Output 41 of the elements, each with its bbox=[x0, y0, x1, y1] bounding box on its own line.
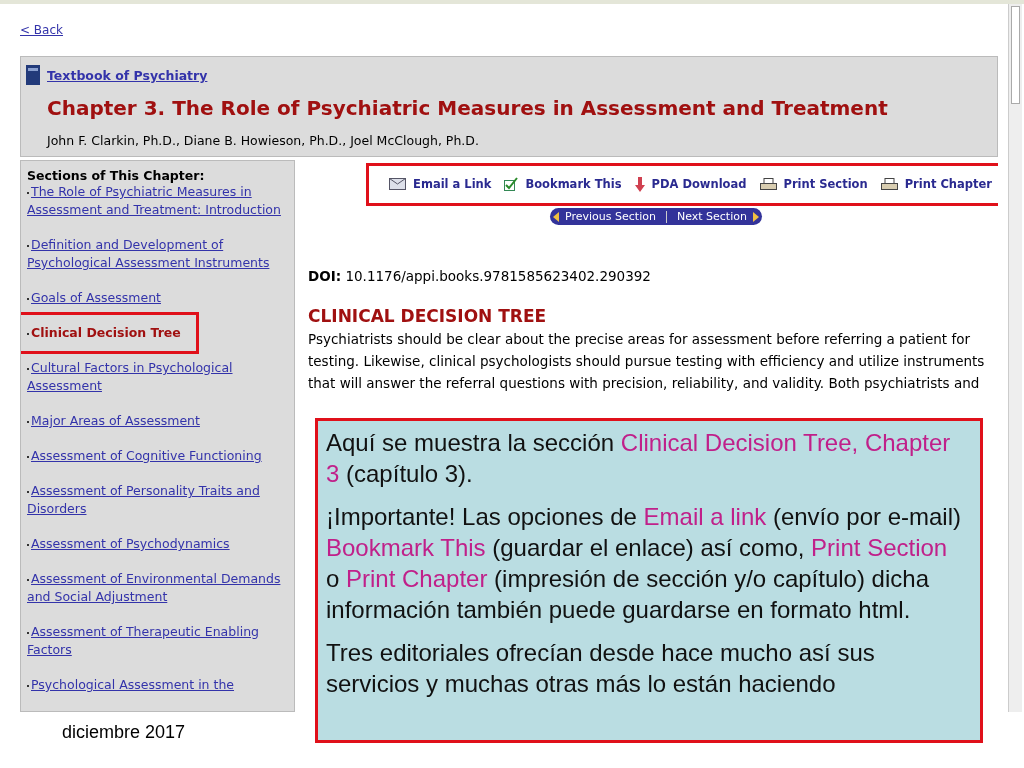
left-triangle-icon bbox=[553, 211, 560, 222]
section-link[interactable]: Cultural Factors in Psychological Assessment bbox=[27, 359, 290, 395]
slide-date: diciembre 2017 bbox=[62, 722, 186, 743]
toolbar-link[interactable]: Print Chapter bbox=[904, 177, 992, 191]
checkbox-icon bbox=[504, 177, 519, 191]
book-link[interactable]: Textbook of Psychiatry bbox=[47, 68, 208, 83]
callout-paragraph: Tres editoriales ofrecían desde hace mucho así sus servicios y muchas otras más lo están haciendo bbox=[326, 638, 876, 699]
body-paragraph: Psychiatrists should be clear about the precise areas for assessment before referring a patient for testing. Likewise, clinical psychologists should pursue testing with efficiency and utilize instruments that will answer the referral questions with precision, reliability, and validity. Both psychiatrists and bbox=[308, 330, 986, 393]
toolbar-link[interactable]: Print Section bbox=[783, 177, 868, 191]
toolbar-link[interactable]: Bookmark This bbox=[525, 177, 622, 191]
right-triangle-icon bbox=[752, 211, 759, 222]
section-link[interactable]: Assessment of Cognitive Functioning bbox=[27, 447, 290, 465]
down-arrow-icon bbox=[634, 176, 645, 192]
toolbar-link[interactable]: Email a Link bbox=[413, 177, 492, 191]
toolbar-link[interactable]: PDA Download bbox=[651, 177, 747, 191]
scrollbar[interactable] bbox=[1008, 4, 1022, 712]
next-section-link[interactable]: Next Section bbox=[676, 210, 747, 223]
authors-text: John F. Clarkin, Ph.D., Diane B. Howieson, Ph.D., Joel McClough, Ph.D. bbox=[47, 133, 480, 149]
section-link[interactable]: Clinical Decision Tree bbox=[27, 324, 290, 342]
callout-paragraph: ¡Importante! Las opciones de Email a link (envío por e-mail) Bookmark This (guardar el enlace) así como, Print Section o Print Chapter (impresión de sección y/o capítulo) dicha información también puede guardarse en formato html. bbox=[326, 502, 962, 625]
section-link[interactable]: Assessment of Environmental Demands and Social Adjustment bbox=[27, 570, 290, 606]
section-link[interactable]: Definition and Development of Psychological Assessment Instruments bbox=[27, 236, 290, 272]
section-link[interactable]: Assessment of Psychodynamics bbox=[27, 535, 290, 553]
book-icon bbox=[26, 65, 40, 86]
section-link[interactable]: Assessment of Therapeutic Enabling Factors bbox=[27, 623, 290, 659]
section-link[interactable]: Assessment of Personality Traits and Disorders bbox=[27, 482, 290, 518]
printer-icon bbox=[759, 178, 777, 190]
printer-icon bbox=[880, 178, 898, 190]
section-link[interactable]: Psychological Assessment in the bbox=[27, 676, 290, 694]
sidebar-heading: Sections of This Chapter: bbox=[27, 168, 206, 183]
doi-value: 10.1176/appi.books.9781585623402.290392 bbox=[345, 268, 651, 284]
previous-section-link[interactable]: Previous Section bbox=[565, 210, 656, 223]
back-link[interactable]: < Back bbox=[20, 23, 63, 37]
doi-label: DOI: bbox=[308, 268, 342, 284]
chapter-title: Chapter 3. The Role of Psychiatric Measures in Assessment and Treatment bbox=[47, 96, 889, 121]
callout-paragraph: Aquí se muestra la sección Clinical Decision Tree, Chapter 3 (capítulo 3). bbox=[326, 428, 952, 489]
section-link[interactable]: Goals of Assessment bbox=[27, 289, 290, 307]
section-title: CLINICAL DECISION TREE bbox=[308, 306, 548, 326]
section-link[interactable]: The Role of Psychiatric Measures in Assessment and Treatment: Introduction bbox=[27, 183, 290, 219]
envelope-icon bbox=[389, 178, 407, 190]
section-link[interactable]: Major Areas of Assessment bbox=[27, 412, 290, 430]
